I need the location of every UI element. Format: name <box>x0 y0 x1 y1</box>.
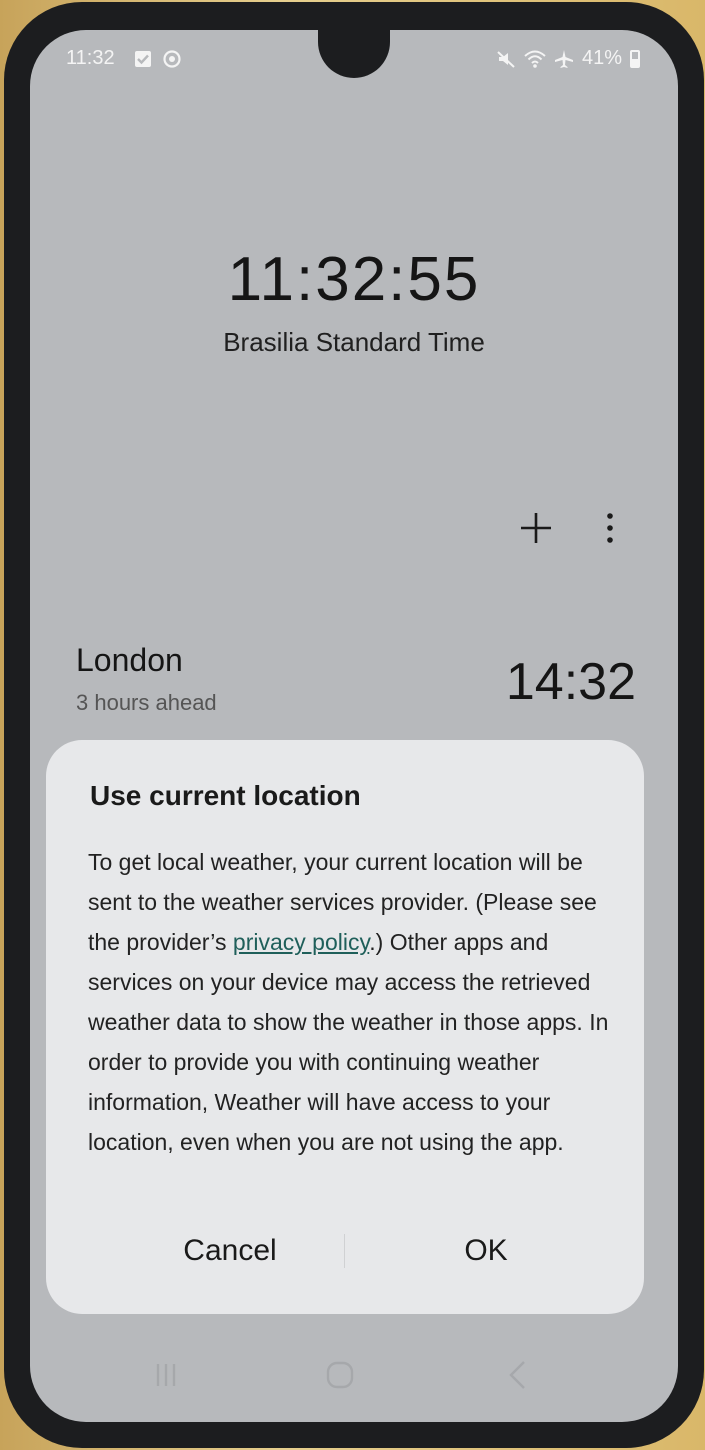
recent-apps-button[interactable] <box>106 1340 226 1410</box>
dialog-buttons: Cancel OK <box>46 1222 644 1278</box>
screen: 11:32 41% 11:32:55 Brasilia Standard Tim… <box>30 30 678 1422</box>
privacy-policy-link[interactable]: privacy policy <box>233 929 369 955</box>
back-icon <box>509 1361 525 1389</box>
clock-icon <box>163 49 181 68</box>
recent-apps-icon <box>156 1364 176 1386</box>
dialog-body-rest: .) Other apps and services on your devic… <box>88 929 609 1155</box>
wifi-icon <box>524 50 546 68</box>
add-icon <box>521 513 551 543</box>
timezone-name: Brasilia Standard Time <box>223 327 485 357</box>
navigation-bar <box>30 1340 678 1410</box>
main-time: 11:32:55 <box>227 245 481 314</box>
battery-icon <box>630 49 640 68</box>
calendar-check-icon <box>135 50 151 67</box>
status-icons-left <box>134 48 181 68</box>
toolbar <box>514 506 632 550</box>
location-permission-dialog: Use current location To get local weathe… <box>46 740 644 1314</box>
more-options-button[interactable] <box>588 506 632 550</box>
dialog-body: To get local weather, your current locat… <box>88 842 618 1162</box>
back-button[interactable] <box>458 1340 578 1410</box>
button-divider <box>344 1234 345 1268</box>
status-time: 11:32 <box>66 47 115 69</box>
more-vert-icon <box>607 513 613 543</box>
battery-percent: 41% <box>581 47 622 69</box>
home-button[interactable] <box>280 1340 400 1410</box>
add-city-button[interactable] <box>514 506 558 550</box>
local-clock: 11:32:55 Brasilia Standard Time <box>30 245 678 358</box>
city-time: 14:32 <box>505 653 636 711</box>
status-icons-right: 41% <box>496 47 640 70</box>
home-icon <box>326 1361 354 1389</box>
city-name: London <box>76 642 183 678</box>
mute-icon <box>497 50 515 68</box>
cancel-button[interactable]: Cancel <box>90 1222 370 1278</box>
airplane-icon <box>554 49 573 68</box>
world-clock-item-london[interactable]: London 3 hours ahead 14:32 <box>76 642 636 732</box>
ok-button[interactable]: OK <box>346 1222 626 1278</box>
time-difference: 3 hours ahead <box>76 690 217 715</box>
dialog-title: Use current location <box>90 780 361 811</box>
phone-frame: 11:32 41% 11:32:55 Brasilia Standard Tim… <box>4 2 704 1448</box>
